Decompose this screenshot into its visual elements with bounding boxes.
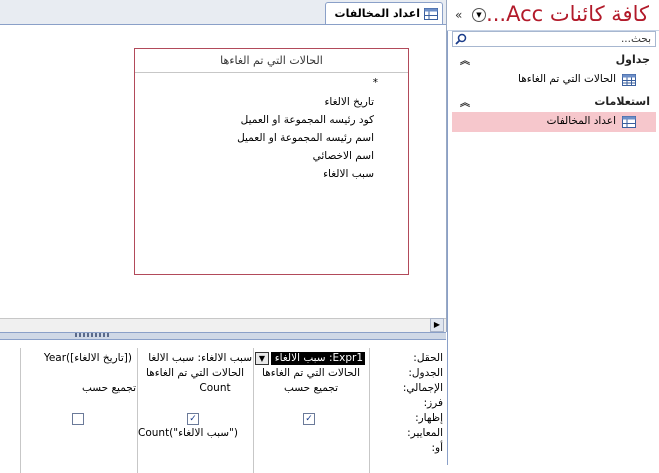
row-label-show: إظهار: [415, 412, 443, 424]
chevron-down-icon[interactable]: ▼ [255, 352, 269, 365]
scroll-right-arrow-icon[interactable]: ▶ [430, 318, 444, 332]
field-list-item[interactable]: اسم رئيسه المجموعة او العميل [237, 132, 374, 144]
nav-item-query[interactable]: اعداد المخالفات [452, 112, 656, 132]
show-checkbox-col3[interactable] [72, 413, 84, 425]
nav-item-label: اعداد المخالفات [546, 115, 616, 127]
chevron-up-icon[interactable]: ︽ [460, 52, 470, 67]
splitter-grip[interactable] [75, 333, 111, 337]
nav-item-table[interactable]: الحالات التي تم الغاءها [452, 70, 656, 90]
row-label-field: الحقل: [413, 352, 443, 364]
tab-query-design[interactable]: اعداد المخالفات [325, 2, 443, 24]
show-checkbox-col2[interactable]: ✓ [187, 413, 199, 425]
pane-splitter[interactable] [0, 332, 446, 340]
table-cell-col1[interactable]: الحالات التي تم الغاءها [254, 367, 368, 379]
show-checkbox-col1[interactable]: ✓ [303, 413, 315, 425]
field-list-item[interactable]: * [373, 77, 378, 89]
field-list-item[interactable]: تاريخ الالغاء [324, 96, 374, 108]
chevron-down-icon[interactable]: ▼ [472, 8, 486, 22]
search-icon[interactable] [455, 33, 467, 45]
field-list-item[interactable]: سبب الالغاء [323, 168, 374, 180]
chevron-up-icon[interactable]: ︽ [460, 94, 470, 109]
grid-divider [20, 348, 21, 473]
grid-divider [369, 348, 370, 473]
total-cell-col3[interactable]: تجميع حسب [21, 382, 136, 394]
field-list-item[interactable]: كود رئيسه المجموعة او العميل [241, 114, 374, 126]
nav-group-tables[interactable]: جداول ︽ [452, 52, 656, 68]
field-cell-col3[interactable]: Year([تاريخ الالغاء]) [21, 352, 136, 364]
nav-group-label: جداول [615, 53, 650, 66]
nav-title[interactable]: كافة كائنات Acc... [486, 2, 649, 26]
row-label-sort: فرز: [423, 397, 443, 409]
total-cell-col2[interactable]: Count [138, 382, 252, 394]
horizontal-scrollbar[interactable] [0, 318, 446, 333]
row-label-or: أو: [431, 442, 443, 454]
total-cell-col1[interactable]: تجميع حسب [254, 382, 368, 394]
tab-label: اعداد المخالفات [334, 7, 420, 20]
field-list-box[interactable]: الحالات التي تم الغاءها * تاريخ الالغاء … [134, 48, 409, 275]
table-cell-col2[interactable]: الحالات التي تم الغاءها [138, 367, 252, 379]
table-icon [622, 74, 636, 86]
search-placeholder: بحث... [620, 33, 651, 45]
field-cell-col1[interactable]: Expr1: سبب الالغاء [271, 352, 365, 365]
collapse-pane-icon[interactable]: « [455, 8, 462, 22]
query-icon [424, 7, 438, 20]
nav-item-label: الحالات التي تم الغاءها [518, 73, 616, 85]
search-input[interactable]: بحث... [452, 31, 656, 47]
field-list-title: الحالات التي تم الغاءها [135, 49, 408, 73]
nav-group-label: استعلامات [594, 95, 650, 108]
nav-group-queries[interactable]: استعلامات ︽ [452, 94, 656, 110]
query-icon [622, 116, 636, 128]
field-cell-col2[interactable]: سبب الالغاء: سبب الالغا [138, 352, 252, 364]
criteria-cell-col2[interactable]: Count("سبب الالغاء") [138, 427, 252, 439]
field-list-item[interactable]: اسم الاخصائي [313, 150, 374, 162]
row-label-criteria: المعايير: [407, 427, 443, 439]
row-label-table: الجدول: [408, 367, 443, 379]
row-label-total: الإجمالي: [402, 382, 443, 394]
